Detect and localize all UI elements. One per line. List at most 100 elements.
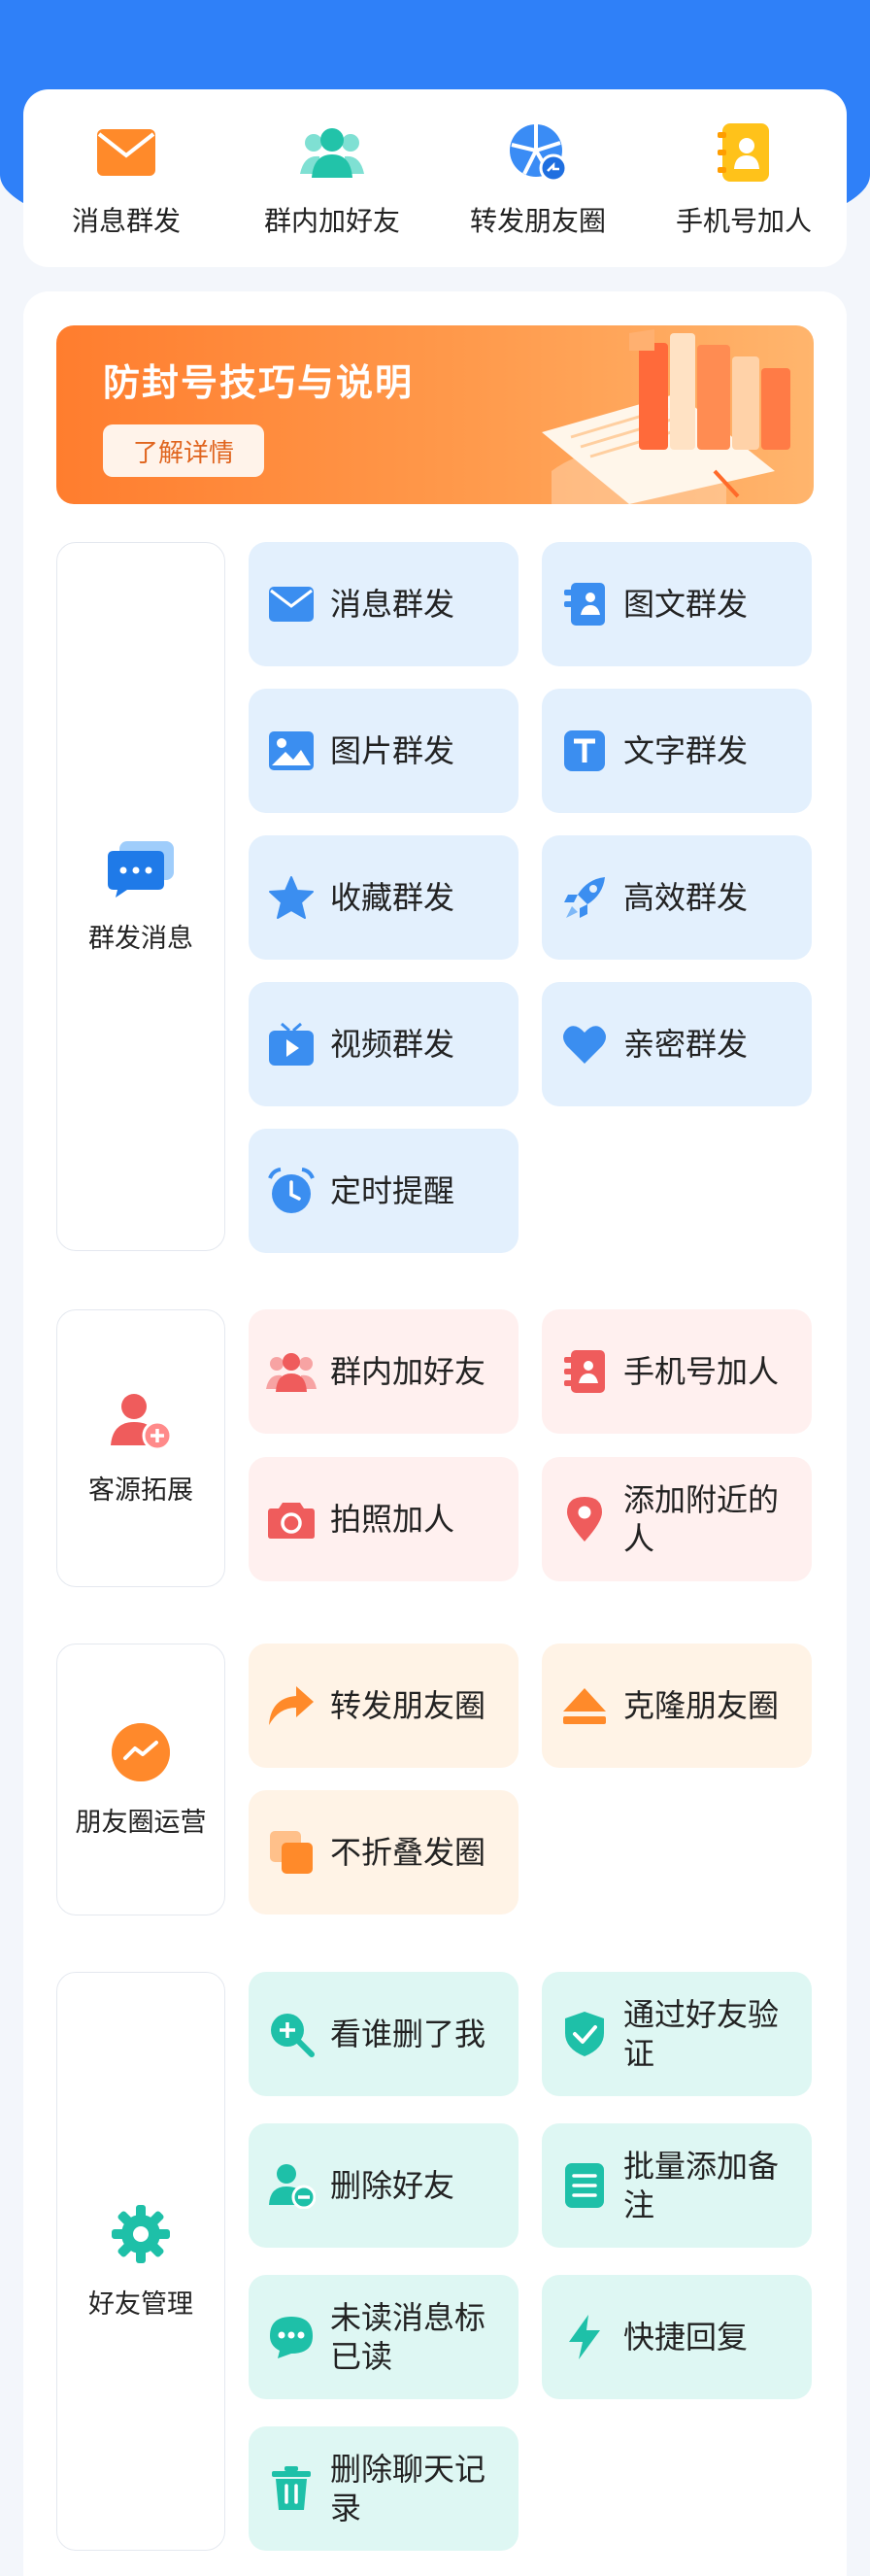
- feature-efficient-broadcast[interactable]: 高效群发: [542, 835, 812, 960]
- quick-action-group-add-friends[interactable]: 群内加好友: [235, 119, 429, 239]
- feature-image-text-broadcast[interactable]: 图文群发: [542, 542, 812, 666]
- feature-label: 视频群发: [330, 1026, 455, 1063]
- feature-label: 图片群发: [330, 732, 455, 769]
- quick-action-phone-add[interactable]: 手机号加人: [647, 119, 841, 239]
- feature-label: 群内加好友: [330, 1353, 486, 1390]
- eject-icon: [559, 1680, 610, 1731]
- feature-label: 高效群发: [623, 879, 749, 916]
- section-broadcast-messages: 群发消息 消息群发 图文群发 图片群发 文字群发 收藏群发 高效群发 视频群发 …: [56, 542, 814, 1253]
- alarm-clock-icon: [266, 1166, 317, 1216]
- feature-video-broadcast[interactable]: 视频群发: [249, 982, 519, 1106]
- feature-label: 未读消息标已读: [330, 2299, 486, 2375]
- category-card-broadcast: 群发消息: [56, 542, 225, 1251]
- feature-label: 快捷回复: [623, 2319, 749, 2356]
- feature-label: 亲密群发: [623, 1026, 749, 1063]
- feature-phone-add[interactable]: 手机号加人: [542, 1309, 812, 1434]
- feature-forward-moments[interactable]: 转发朋友圈: [249, 1644, 519, 1768]
- feature-photo-add[interactable]: 拍照加人: [249, 1457, 519, 1581]
- feature-scheduled-reminder[interactable]: 定时提醒: [249, 1129, 519, 1253]
- feature-label: 文字群发: [623, 732, 749, 769]
- feature-who-deleted-me[interactable]: 看谁删了我: [249, 1972, 519, 2096]
- category-card-friends: 好友管理: [56, 1972, 225, 2551]
- video-tv-icon: [266, 1019, 317, 1069]
- lightning-icon: [559, 2312, 610, 2362]
- quick-actions-card: 消息群发 群内加好友 转发朋友圈 手机号加人: [23, 89, 847, 267]
- feature-label: 批量添加备注: [623, 2148, 780, 2223]
- feature-no-fold-post[interactable]: 不折叠发圈: [249, 1790, 519, 1915]
- heart-icon: [559, 1019, 610, 1069]
- feature-label: 定时提醒: [330, 1172, 455, 1209]
- feature-message-broadcast[interactable]: 消息群发: [249, 542, 519, 666]
- group-users-icon: [266, 1346, 317, 1397]
- envelope-icon: [266, 579, 317, 629]
- feature-delete-friend[interactable]: 删除好友: [249, 2123, 519, 2248]
- feature-label: 拍照加人: [330, 1501, 455, 1538]
- feature-quick-reply[interactable]: 快捷回复: [542, 2275, 812, 2399]
- trash-icon: [266, 2463, 317, 2514]
- gear-icon: [110, 2203, 172, 2269]
- feature-label: 删除好友: [330, 2167, 455, 2204]
- feature-mark-unread-read[interactable]: 未读消息标已读: [249, 2275, 519, 2399]
- feature-add-nearby[interactable]: 添加附近的人: [542, 1457, 812, 1581]
- feature-label: 添加附近的人: [623, 1481, 780, 1557]
- feature-favorites-broadcast[interactable]: 收藏群发: [249, 835, 519, 960]
- chat-dots-icon: [266, 2312, 317, 2362]
- contact-book-icon: [710, 119, 778, 186]
- section-friend-management: 好友管理 看谁删了我 通过好友验证 删除好友 批量添加备注 未读消息标已读 快捷…: [56, 1972, 814, 2555]
- quick-action-label: 手机号加人: [675, 204, 812, 237]
- quick-action-message-broadcast[interactable]: 消息群发: [29, 119, 223, 239]
- picture-icon: [266, 726, 317, 776]
- feature-label: 转发朋友圈: [330, 1687, 486, 1724]
- learn-more-button[interactable]: 了解详情: [103, 424, 264, 477]
- envelope-icon: [92, 119, 160, 186]
- location-pin-icon: [559, 1494, 610, 1544]
- category-label: 好友管理: [88, 2288, 193, 2320]
- category-label: 客源拓展: [88, 1474, 193, 1506]
- category-label: 群发消息: [88, 923, 193, 954]
- moments-share-icon: [504, 119, 572, 186]
- feature-batch-add-notes[interactable]: 批量添加备注: [542, 2123, 812, 2248]
- group-users-icon: [298, 119, 366, 186]
- add-user-icon: [109, 1391, 173, 1455]
- forward-arrow-icon: [266, 1680, 317, 1731]
- contact-book-icon: [559, 1346, 610, 1397]
- chat-bubbles-icon: [106, 839, 176, 903]
- feature-intimate-broadcast[interactable]: 亲密群发: [542, 982, 812, 1106]
- feature-label: 看谁删了我: [330, 2016, 486, 2052]
- feature-label: 克隆朋友圈: [623, 1687, 780, 1724]
- remove-user-icon: [266, 2160, 317, 2211]
- feature-label: 消息群发: [330, 586, 455, 623]
- banner-title: 防封号技巧与说明: [103, 361, 415, 404]
- feature-label: 手机号加人: [623, 1353, 780, 1390]
- section-customer-expansion: 客源拓展 群内加好友 手机号加人 拍照加人 添加附近的人: [56, 1309, 814, 1587]
- search-plus-icon: [266, 2009, 317, 2059]
- feature-label: 通过好友验证: [623, 1996, 780, 2072]
- category-card-moments: 朋友圈运营: [56, 1644, 225, 1915]
- feature-accept-verification[interactable]: 通过好友验证: [542, 1972, 812, 2096]
- feature-text-broadcast[interactable]: 文字群发: [542, 689, 812, 813]
- star-icon: [266, 872, 317, 923]
- category-card-expansion: 客源拓展: [56, 1309, 225, 1587]
- quick-action-label: 群内加好友: [263, 204, 400, 237]
- feature-label: 删除聊天记录: [330, 2451, 486, 2526]
- quick-action-label: 消息群发: [71, 204, 181, 237]
- text-t-icon: [559, 726, 610, 776]
- feature-delete-chat-history[interactable]: 删除聊天记录: [249, 2426, 519, 2551]
- shield-check-icon: [559, 2009, 610, 2059]
- feature-clone-moments[interactable]: 克隆朋友圈: [542, 1644, 812, 1768]
- stacked-squares-icon: [266, 1827, 317, 1878]
- quick-action-label: 转发朋友圈: [469, 204, 606, 237]
- feature-label: 收藏群发: [330, 879, 455, 916]
- note-list-icon: [559, 2160, 610, 2211]
- feature-label: 不折叠发圈: [330, 1834, 486, 1871]
- quick-action-forward-moments[interactable]: 转发朋友圈: [441, 119, 635, 239]
- trend-circle-icon: [110, 1721, 172, 1787]
- feature-group-add-friends[interactable]: 群内加好友: [249, 1309, 519, 1434]
- anti-ban-tips-banner[interactable]: 防封号技巧与说明 了解详情: [56, 325, 814, 504]
- books-illustration-icon: [542, 329, 790, 504]
- feature-label: 图文群发: [623, 586, 749, 623]
- feature-image-broadcast[interactable]: 图片群发: [249, 689, 519, 813]
- features-panel: 防封号技巧与说明 了解详情 群发消息 消息群发 图文群发 图片群发 文字群发 收…: [23, 291, 847, 2576]
- rocket-icon: [559, 872, 610, 923]
- camera-icon: [266, 1494, 317, 1544]
